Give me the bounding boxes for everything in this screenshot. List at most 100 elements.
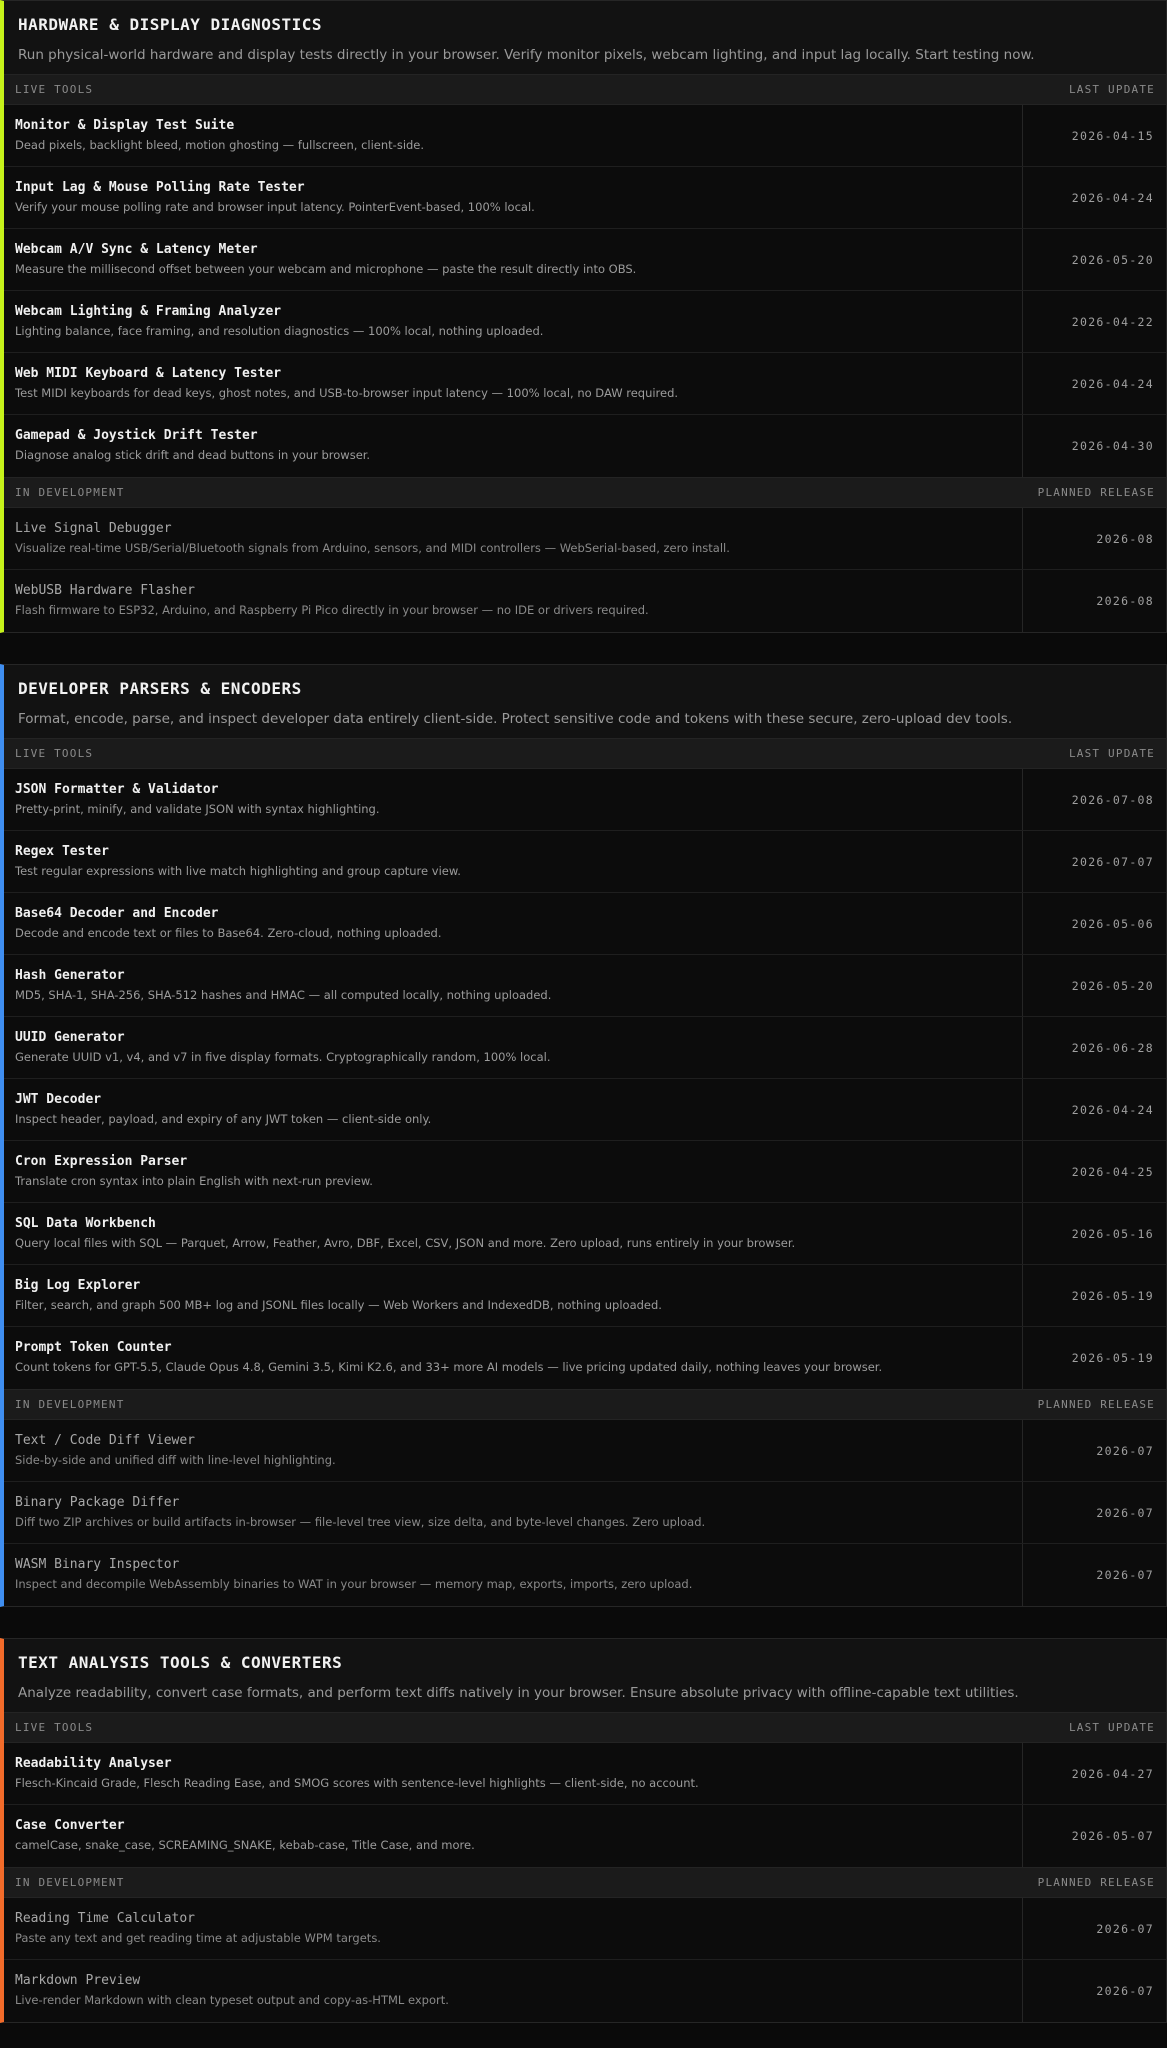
tool-row[interactable]: Base64 Decoder and Encoder Decode and enc…: [4, 893, 1166, 955]
tool-name-link[interactable]: JWT Decoder: [15, 1091, 1011, 1108]
tool-row[interactable]: Regex Tester Test regular expressions wit…: [4, 831, 1166, 893]
last-update-date: 2026-04-30: [1071, 439, 1154, 453]
tool-info: Monitor & Display Test Suite Dead pixels,…: [4, 105, 1023, 166]
section-header: DEVELOPER PARSERS & ENCODERS Format, enco…: [4, 665, 1166, 738]
tool-info: Hash Generator MD5, SHA-1, SHA-256, SHA-5…: [4, 955, 1023, 1016]
group-label: IN DEVELOPMENT: [15, 1876, 125, 1889]
tool-row[interactable]: Input Lag & Mouse Polling Rate Tester Ver…: [4, 167, 1166, 229]
section-title: TEXT ANALYSIS TOOLS & CONVERTERS: [18, 1653, 343, 1672]
last-update-date: 2026-06-28: [1071, 1040, 1154, 1055]
planned-release-date: 2026-07: [1096, 1443, 1154, 1458]
tool-category-section: HARDWARE & DISPLAY DIAGNOSTICS Run physic…: [0, 0, 1167, 633]
tool-row[interactable]: Case Converter camelCase, snake_case, SCR…: [4, 1805, 1166, 1867]
tool-info: Case Converter camelCase, snake_case, SCR…: [4, 1805, 1023, 1867]
group-date-column-label: LAST UPDATE: [1068, 1721, 1155, 1734]
live-tools-header: LIVE TOOLS LAST UPDATE: [4, 738, 1166, 769]
last-update-date: 2026-05-19: [1071, 1351, 1154, 1365]
planned-release-date: 2026-07: [1096, 1505, 1154, 1520]
tool-name-link[interactable]: Cron Expression Parser: [15, 1153, 1011, 1170]
tool-info: WASM Binary Inspector Inspect and decompi…: [4, 1544, 1023, 1606]
tool-description: Live-render Markdown with clean typeset …: [15, 1993, 449, 2007]
tool-name-link[interactable]: Readability Analyser: [15, 1755, 1011, 1772]
last-update-date: 2026-05-19: [1071, 1288, 1154, 1303]
tool-info: JSON Formatter & Validator Pretty-print, …: [4, 769, 1023, 830]
tool-name-link[interactable]: Webcam Lighting & Framing Analyzer: [15, 303, 1011, 320]
tool-info: Base64 Decoder and Encoder Decode and enc…: [4, 893, 1023, 954]
tool-row[interactable]: Readability Analyser Flesch-Kincaid Grade…: [4, 1743, 1166, 1805]
group-label: LIVE TOOLS: [15, 747, 94, 760]
planned-tool-name: Live Signal Debugger: [15, 521, 172, 536]
section-description: Format, encode, parse, and inspect devel…: [18, 711, 1013, 727]
tool-description: Flash firmware to ESP32, Arduino, and Ra…: [15, 603, 649, 617]
tool-name-link[interactable]: Gamepad & Joystick Drift Tester: [15, 427, 1011, 444]
tool-description: Flesch-Kincaid Grade, Flesch Reading Eas…: [15, 1776, 699, 1790]
tool-name-link[interactable]: Input Lag & Mouse Polling Rate Tester: [15, 179, 1011, 196]
tool-row[interactable]: Hash Generator MD5, SHA-1, SHA-256, SHA-5…: [4, 955, 1166, 1017]
tool-row[interactable]: Webcam A/V Sync & Latency Meter Measure t…: [4, 229, 1166, 291]
tool-description: Decode and encode text or files to Base6…: [15, 926, 442, 940]
tool-name-link[interactable]: Base64 Decoder and Encoder: [15, 905, 1011, 922]
tool-info: Markdown Preview Live-render Markdown wit…: [4, 1960, 1023, 2022]
tool-description: camelCase, snake_case, SCREAMING_SNAKE, …: [15, 1838, 475, 1852]
in-development-header: IN DEVELOPMENT PLANNED RELEASE: [4, 1867, 1166, 1898]
group-date-column-label: PLANNED RELEASE: [1037, 486, 1155, 499]
in-development-header: IN DEVELOPMENT PLANNED RELEASE: [4, 477, 1166, 508]
tool-info: Regex Tester Test regular expressions wit…: [4, 831, 1023, 892]
dev-tool-list: Text / Code Diff Viewer Side-by-side and …: [4, 1420, 1166, 1606]
tool-name-link[interactable]: Monitor & Display Test Suite: [15, 117, 1011, 134]
last-update-date: 2026-04-24: [1071, 1102, 1154, 1117]
tool-info: Webcam Lighting & Framing Analyzer Lighti…: [4, 291, 1023, 352]
tool-description: Generate UUID v1, v4, and v7 in five dis…: [15, 1050, 551, 1064]
tool-directory-page: HARDWARE & DISPLAY DIAGNOSTICS Run physic…: [0, 0, 1167, 2048]
tool-info: Reading Time Calculator Paste any text an…: [4, 1898, 1023, 1959]
group-date-column-label: LAST UPDATE: [1068, 83, 1155, 96]
tool-row[interactable]: JWT Decoder Inspect header, payload, and …: [4, 1079, 1166, 1141]
tool-row[interactable]: Big Log Explorer Filter, search, and grap…: [4, 1265, 1166, 1327]
planned-tool-row: Markdown Preview Live-render Markdown wit…: [4, 1960, 1166, 2022]
tool-row[interactable]: Webcam Lighting & Framing Analyzer Lighti…: [4, 291, 1166, 353]
planned-tool-row: Binary Package Differ Diff two ZIP archiv…: [4, 1482, 1166, 1544]
tool-info: SQL Data Workbench Query local files with…: [4, 1203, 1023, 1264]
planned-tool-row: Text / Code Diff Viewer Side-by-side and …: [4, 1420, 1166, 1482]
planned-release-date: 2026-08: [1096, 531, 1154, 546]
tool-row[interactable]: Prompt Token Counter Count tokens for GPT…: [4, 1327, 1166, 1389]
tool-row[interactable]: Monitor & Display Test Suite Dead pixels,…: [4, 105, 1166, 167]
tool-row[interactable]: Gamepad & Joystick Drift Tester Diagnose …: [4, 415, 1166, 477]
tool-name-link[interactable]: Case Converter: [15, 1817, 1011, 1834]
dev-tool-list: Live Signal Debugger Visualize real-time …: [4, 508, 1166, 632]
group-label: IN DEVELOPMENT: [15, 486, 125, 499]
planned-tool-row: Reading Time Calculator Paste any text an…: [4, 1898, 1166, 1960]
tool-name-link[interactable]: Hash Generator: [15, 967, 1011, 984]
tool-name-link[interactable]: Web MIDI Keyboard & Latency Tester: [15, 365, 1011, 382]
tool-row[interactable]: UUID Generator Generate UUID v1, v4, and …: [4, 1017, 1166, 1079]
tool-name-link[interactable]: JSON Formatter & Validator: [15, 781, 1011, 798]
tool-category-section: TEXT ANALYSIS TOOLS & CONVERTERS Analyze …: [0, 1638, 1167, 2023]
last-update-date: 2026-05-07: [1071, 1829, 1154, 1843]
planned-tool-name: Reading Time Calculator: [15, 1911, 196, 1926]
group-label: LIVE TOOLS: [15, 83, 94, 96]
tool-name-link[interactable]: SQL Data Workbench: [15, 1215, 1011, 1232]
dev-tool-list: Reading Time Calculator Paste any text an…: [4, 1898, 1166, 2022]
group-label: IN DEVELOPMENT: [15, 1398, 125, 1411]
section-title: HARDWARE & DISPLAY DIAGNOSTICS: [18, 15, 322, 34]
planned-tool-row: WASM Binary Inspector Inspect and decompi…: [4, 1544, 1166, 1606]
tool-name-link[interactable]: Prompt Token Counter: [15, 1339, 1011, 1356]
tool-name-link[interactable]: Regex Tester: [15, 843, 1011, 860]
tool-name-link[interactable]: UUID Generator: [15, 1029, 1011, 1046]
tool-description: Pretty-print, minify, and validate JSON …: [15, 802, 380, 816]
tool-description: Side-by-side and unified diff with line-…: [15, 1453, 336, 1467]
tool-name-link[interactable]: Webcam A/V Sync & Latency Meter: [15, 241, 1011, 258]
live-tools-header: LIVE TOOLS LAST UPDATE: [4, 1712, 1166, 1743]
planned-tool-name: Binary Package Differ: [15, 1495, 180, 1510]
tool-description: MD5, SHA-1, SHA-256, SHA-512 hashes and …: [15, 988, 552, 1002]
tool-row[interactable]: Web MIDI Keyboard & Latency Tester Test M…: [4, 353, 1166, 415]
tool-description: Measure the millisecond offset between y…: [15, 262, 637, 276]
section-description: Run physical-world hardware and display …: [18, 47, 1035, 63]
tool-name-link[interactable]: Big Log Explorer: [15, 1277, 1011, 1294]
tool-row[interactable]: Cron Expression Parser Translate cron syn…: [4, 1141, 1166, 1203]
planned-release-date: 2026-08: [1096, 594, 1154, 608]
tool-row[interactable]: SQL Data Workbench Query local files with…: [4, 1203, 1166, 1265]
tool-info: Gamepad & Joystick Drift Tester Diagnose …: [4, 415, 1023, 477]
tool-row[interactable]: JSON Formatter & Validator Pretty-print, …: [4, 769, 1166, 831]
tool-info: Live Signal Debugger Visualize real-time …: [4, 508, 1023, 569]
